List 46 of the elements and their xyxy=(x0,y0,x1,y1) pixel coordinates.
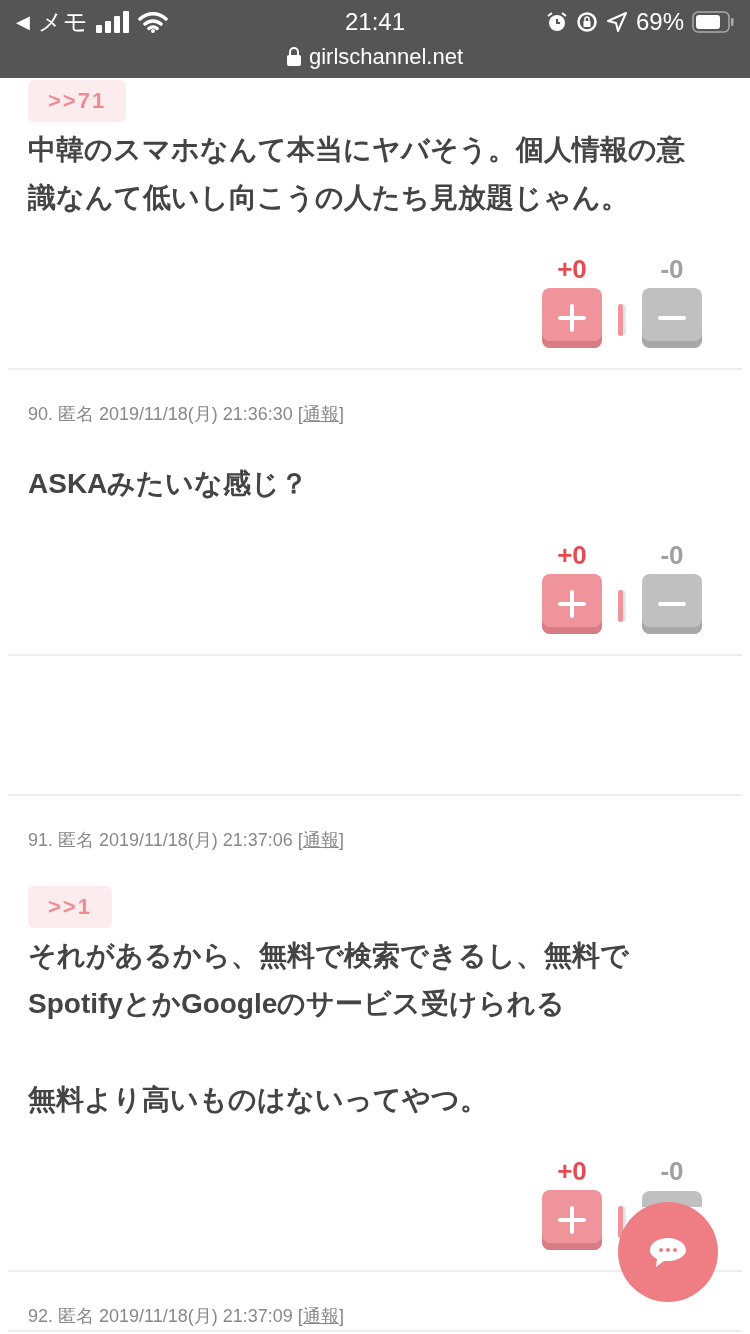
location-arrow-icon xyxy=(605,11,628,33)
comment-meta: 90. 匿名 2019/11/18(月) 21:36:30 [通報] xyxy=(28,403,345,426)
plus-count: +0 xyxy=(557,540,587,570)
plus-vote-button[interactable] xyxy=(542,1190,602,1250)
plus-count: +0 xyxy=(557,1156,587,1186)
wifi-icon xyxy=(138,11,168,33)
minus-count: -0 xyxy=(660,1156,684,1186)
minus-count: -0 xyxy=(660,254,684,284)
minus-vote-button[interactable] xyxy=(642,1191,702,1207)
rotation-lock-icon xyxy=(575,11,598,33)
plus-icon xyxy=(557,1205,587,1235)
minus-vote-button[interactable] xyxy=(642,288,702,348)
status-time: 21:41 xyxy=(344,7,406,37)
chat-bubble-icon xyxy=(649,1236,687,1268)
reply-anchor[interactable]: >>1 xyxy=(28,886,112,928)
plus-vote-button[interactable] xyxy=(542,288,602,348)
minus-vote-button[interactable] xyxy=(642,574,702,634)
comment-text: 中韓のスマホなんて本当にヤバそう。個人情報の意 xyxy=(28,133,685,167)
reply-anchor[interactable]: >>71 xyxy=(28,80,127,122)
signal-icon xyxy=(96,11,130,33)
minus-count: -0 xyxy=(660,540,684,570)
lock-icon xyxy=(286,46,301,66)
battery-percent: 69% xyxy=(635,7,684,37)
comment-text: SpotifyとかGoogleのサービス受けられる xyxy=(28,987,566,1021)
ratio-bar-icon xyxy=(618,304,626,336)
comment-meta: 91. 匿名 2019/11/18(月) 21:37:06 [通報] xyxy=(28,829,345,852)
comment-text: 無料より高いものはないってやつ。 xyxy=(28,1083,488,1117)
alarm-icon xyxy=(545,11,568,33)
plus-count: +0 xyxy=(557,254,587,284)
minus-icon xyxy=(657,315,687,321)
battery-icon xyxy=(692,11,734,33)
back-indicator[interactable]: ◀ xyxy=(16,8,30,36)
comment-meta: 92. 匿名 2019/11/18(月) 21:37:09 [通報] xyxy=(28,1305,345,1328)
report-link[interactable]: 通報 xyxy=(302,830,339,850)
comment-text: ASKAみたいな感じ？ xyxy=(28,467,309,501)
report-link[interactable]: 通報 xyxy=(302,1306,339,1326)
plus-icon xyxy=(557,589,587,619)
plus-vote-button[interactable] xyxy=(542,574,602,634)
plus-icon xyxy=(557,303,587,333)
report-link[interactable]: 通報 xyxy=(302,404,339,424)
url-label[interactable]: girlschannel.net xyxy=(308,39,464,73)
comment-text: それがあるから、無料で検索できるし、無料で xyxy=(28,939,629,973)
carrier-label: メモ xyxy=(38,7,88,37)
minus-icon xyxy=(657,601,687,607)
ratio-bar-icon xyxy=(618,590,626,622)
comment-text: 識なんて低いし向こうの人たち見放題じゃん。 xyxy=(28,181,629,215)
